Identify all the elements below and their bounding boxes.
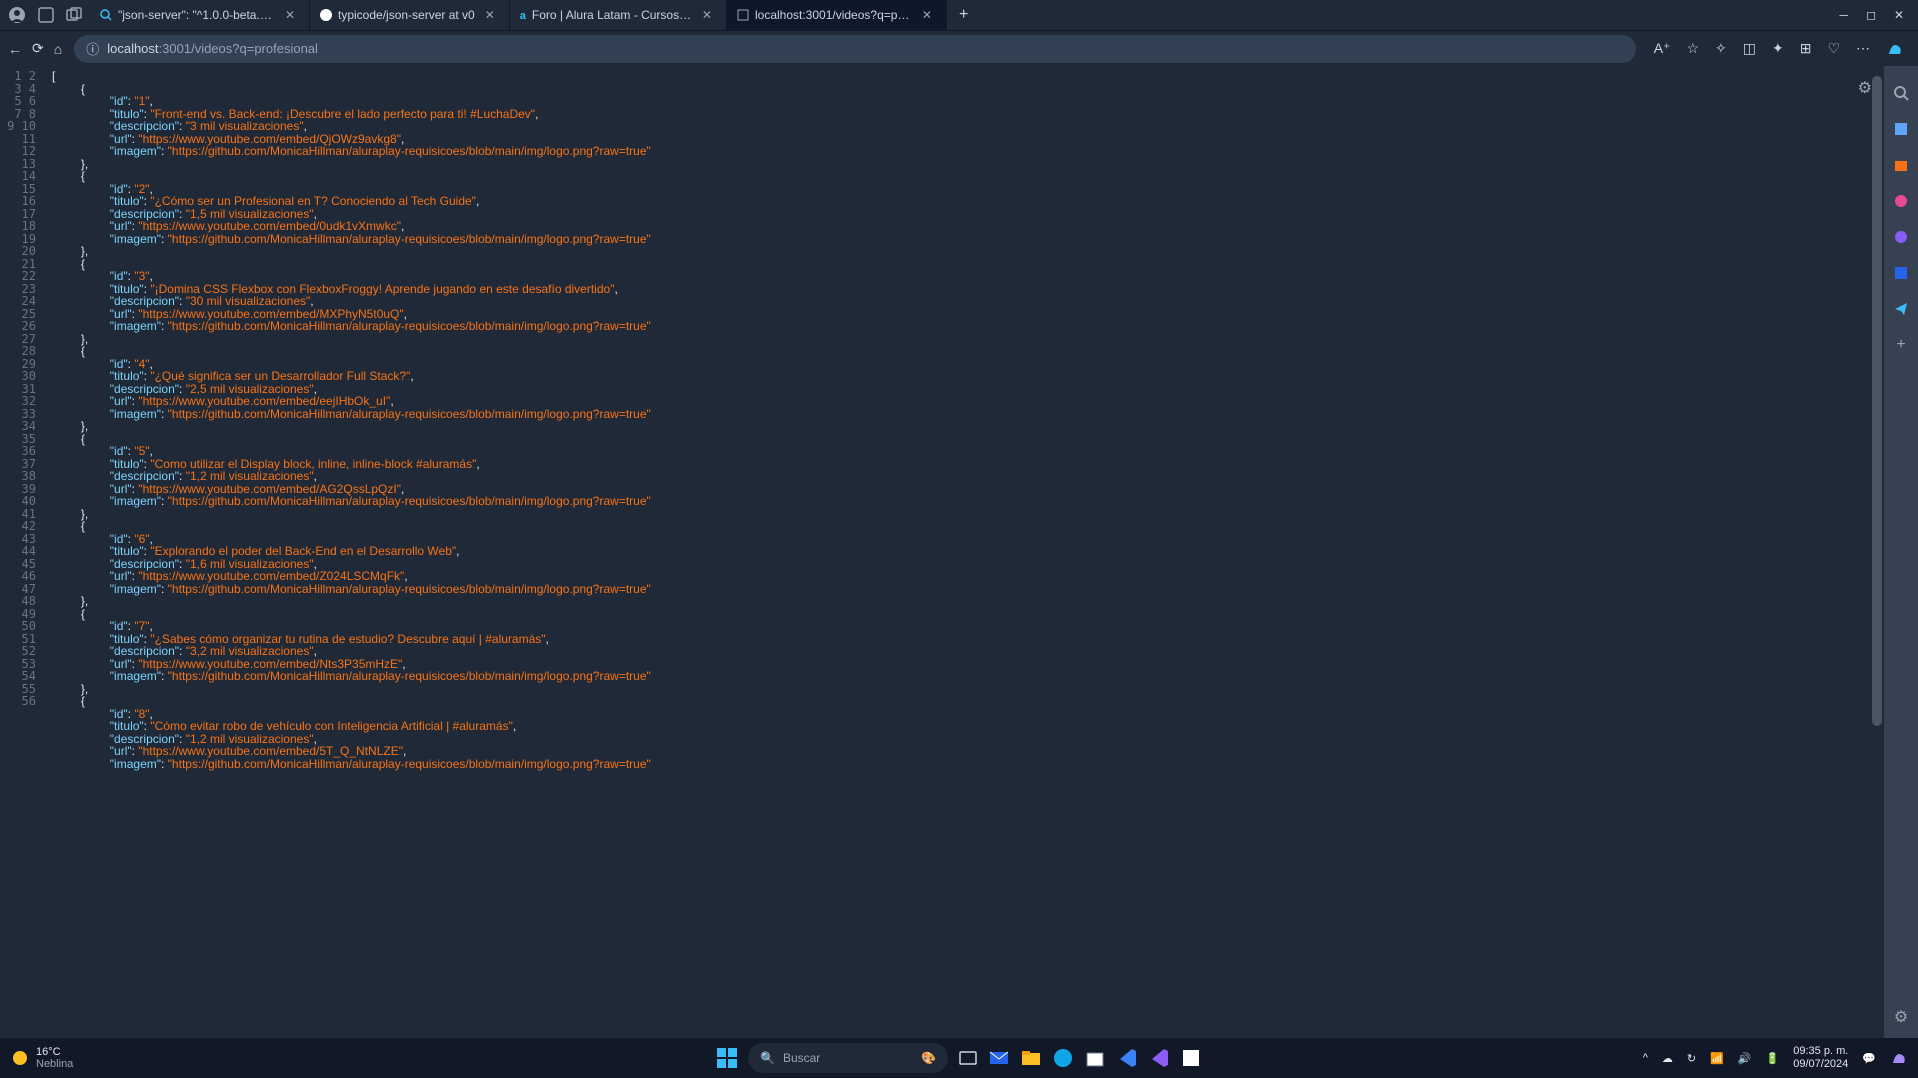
sidebar-tools-icon[interactable] <box>1892 120 1910 138</box>
wifi-icon[interactable]: 📶 <box>1710 1052 1724 1065</box>
browser-essentials-icon[interactable]: ♡ <box>1827 40 1840 57</box>
search-placeholder: Buscar <box>783 1051 820 1065</box>
browser-tab[interactable]: "json-server": "^1.0.0-beta.1" - B… ✕ <box>90 0 310 30</box>
sidebar-search-icon[interactable] <box>1892 84 1910 102</box>
scrollbar-thumb[interactable] <box>1872 76 1882 726</box>
minimize-button[interactable]: ─ <box>1839 8 1848 22</box>
workspaces-icon[interactable] <box>38 7 54 23</box>
tab-favicon <box>320 9 332 21</box>
profile-icon[interactable] <box>8 6 26 24</box>
tab-close-icon[interactable]: ✕ <box>481 8 499 22</box>
tab-title: Foro | Alura Latam - Cursos onlin <box>532 8 692 22</box>
weather-icon <box>10 1048 30 1068</box>
edge-icon[interactable] <box>1052 1047 1074 1069</box>
tab-close-icon[interactable]: ✕ <box>698 8 716 22</box>
updates-icon[interactable]: ↻ <box>1687 1052 1696 1065</box>
sidebar-games-icon[interactable] <box>1892 192 1910 210</box>
tab-title: localhost:3001/videos?q=profesi <box>755 8 912 22</box>
clock[interactable]: 09:35 p. m. 09/07/2024 <box>1793 1045 1848 1071</box>
search-icon: 🔍 <box>760 1051 775 1065</box>
window-controls: ─ ◻ ✕ <box>1825 8 1918 22</box>
task-view-icon[interactable] <box>958 1048 978 1068</box>
menu-icon[interactable]: ⋯ <box>1856 40 1870 57</box>
vertical-scrollbar[interactable] <box>1870 66 1884 1038</box>
mail-app-icon[interactable] <box>988 1047 1010 1069</box>
sidebar-settings-icon[interactable]: ⚙ <box>1892 1008 1910 1026</box>
collections-icon[interactable]: ⊞ <box>1800 40 1812 57</box>
favorite-icon[interactable]: ☆ <box>1686 40 1699 57</box>
weather-temp: 16°C <box>36 1046 73 1058</box>
sidebar-telegram-icon[interactable] <box>1892 300 1910 318</box>
browser-tab[interactable]: typicode/json-server at v0 ✕ <box>310 0 510 30</box>
tab-title: typicode/json-server at v0 <box>338 8 475 22</box>
start-button[interactable] <box>716 1047 738 1069</box>
app-icon[interactable] <box>1180 1047 1202 1069</box>
favorites-bar-icon[interactable]: ✦ <box>1772 40 1784 57</box>
battery-icon[interactable]: 🔋 <box>1766 1052 1780 1065</box>
line-gutter: 1 2 3 4 5 6 7 8 9 10 11 12 13 14 15 16 1… <box>0 66 44 1038</box>
tab-title: "json-server": "^1.0.0-beta.1" - B… <box>118 8 275 22</box>
sidebar-shopping-icon[interactable] <box>1892 156 1910 174</box>
taskbar: 16°C Neblina 🔍 Buscar 🎨 ^ ☁ ↻ 📶 🔊 🔋 09:3… <box>0 1038 1918 1078</box>
onedrive-icon[interactable]: ☁ <box>1662 1052 1673 1065</box>
taskbar-search[interactable]: 🔍 Buscar 🎨 <box>748 1043 948 1073</box>
sidebar-add-icon[interactable]: + <box>1892 336 1910 354</box>
clock-time: 09:35 p. m. <box>1793 1045 1848 1058</box>
tab-strip: "json-server": "^1.0.0-beta.1" - B…✕typi… <box>90 0 947 30</box>
volume-icon[interactable]: 🔊 <box>1738 1052 1752 1065</box>
address-bar[interactable]: ⓘ localhost:3001/videos?q=profesional <box>74 35 1636 63</box>
tab-favicon: a <box>520 8 526 22</box>
weather-widget[interactable]: 16°C Neblina <box>10 1046 73 1070</box>
tab-close-icon[interactable]: ✕ <box>918 8 936 22</box>
extensions-icon[interactable]: ✧ <box>1715 40 1727 57</box>
vscode-icon[interactable] <box>1116 1047 1138 1069</box>
tab-favicon <box>100 9 112 21</box>
clock-date: 09/07/2024 <box>1793 1058 1848 1071</box>
json-viewer[interactable]: [ { "id": "1", "titulo": "Front-end vs. … <box>44 66 1884 1038</box>
refresh-button[interactable]: ⟳ <box>32 40 44 57</box>
tab-close-icon[interactable]: ✕ <box>281 8 299 22</box>
tray-chevron-icon[interactable]: ^ <box>1643 1052 1648 1064</box>
close-button[interactable]: ✕ <box>1894 8 1904 22</box>
browser-tab[interactable]: localhost:3001/videos?q=profesi ✕ <box>727 0 947 30</box>
json-viewer-settings-icon[interactable]: ⚙ <box>1858 78 1872 98</box>
toolbar: ← ⟳ ⌂ ⓘ localhost:3001/videos?q=profesio… <box>0 30 1918 66</box>
edge-sidebar: + ⚙ <box>1884 66 1918 1038</box>
browser-tab[interactable]: a Foro | Alura Latam - Cursos onlin ✕ <box>510 0 727 30</box>
tab-favicon <box>737 9 749 21</box>
store-icon[interactable] <box>1084 1047 1106 1069</box>
weather-desc: Neblina <box>36 1058 73 1070</box>
url-host: localhost <box>107 41 158 56</box>
back-button[interactable]: ← <box>8 41 22 57</box>
notifications-icon[interactable]: 💬 <box>1862 1052 1876 1065</box>
search-emoji-icon: 🎨 <box>921 1051 936 1065</box>
site-info-icon[interactable]: ⓘ <box>86 39 99 58</box>
new-tab-button[interactable]: + <box>947 6 980 24</box>
url-path: /videos?q=profesional <box>191 41 318 56</box>
page-content: 1 2 3 4 5 6 7 8 9 10 11 12 13 14 15 16 1… <box>0 66 1918 1038</box>
explorer-icon[interactable] <box>1020 1047 1042 1069</box>
maximize-button[interactable]: ◻ <box>1866 8 1876 22</box>
home-button[interactable]: ⌂ <box>54 41 62 57</box>
sidebar-outlook-icon[interactable] <box>1892 264 1910 282</box>
read-aloud-icon[interactable]: A⁺ <box>1654 40 1671 57</box>
split-icon[interactable]: ◫ <box>1743 40 1756 57</box>
copilot-icon[interactable] <box>1886 40 1904 58</box>
visualstudio-icon[interactable] <box>1148 1047 1170 1069</box>
sidebar-office-icon[interactable] <box>1892 228 1910 246</box>
url-port: :3001 <box>159 41 192 56</box>
copilot-taskbar-icon[interactable] <box>1890 1049 1908 1067</box>
titlebar: "json-server": "^1.0.0-beta.1" - B…✕typi… <box>0 0 1918 30</box>
titlebar-left <box>0 6 90 24</box>
tab-actions-icon[interactable] <box>66 7 82 23</box>
